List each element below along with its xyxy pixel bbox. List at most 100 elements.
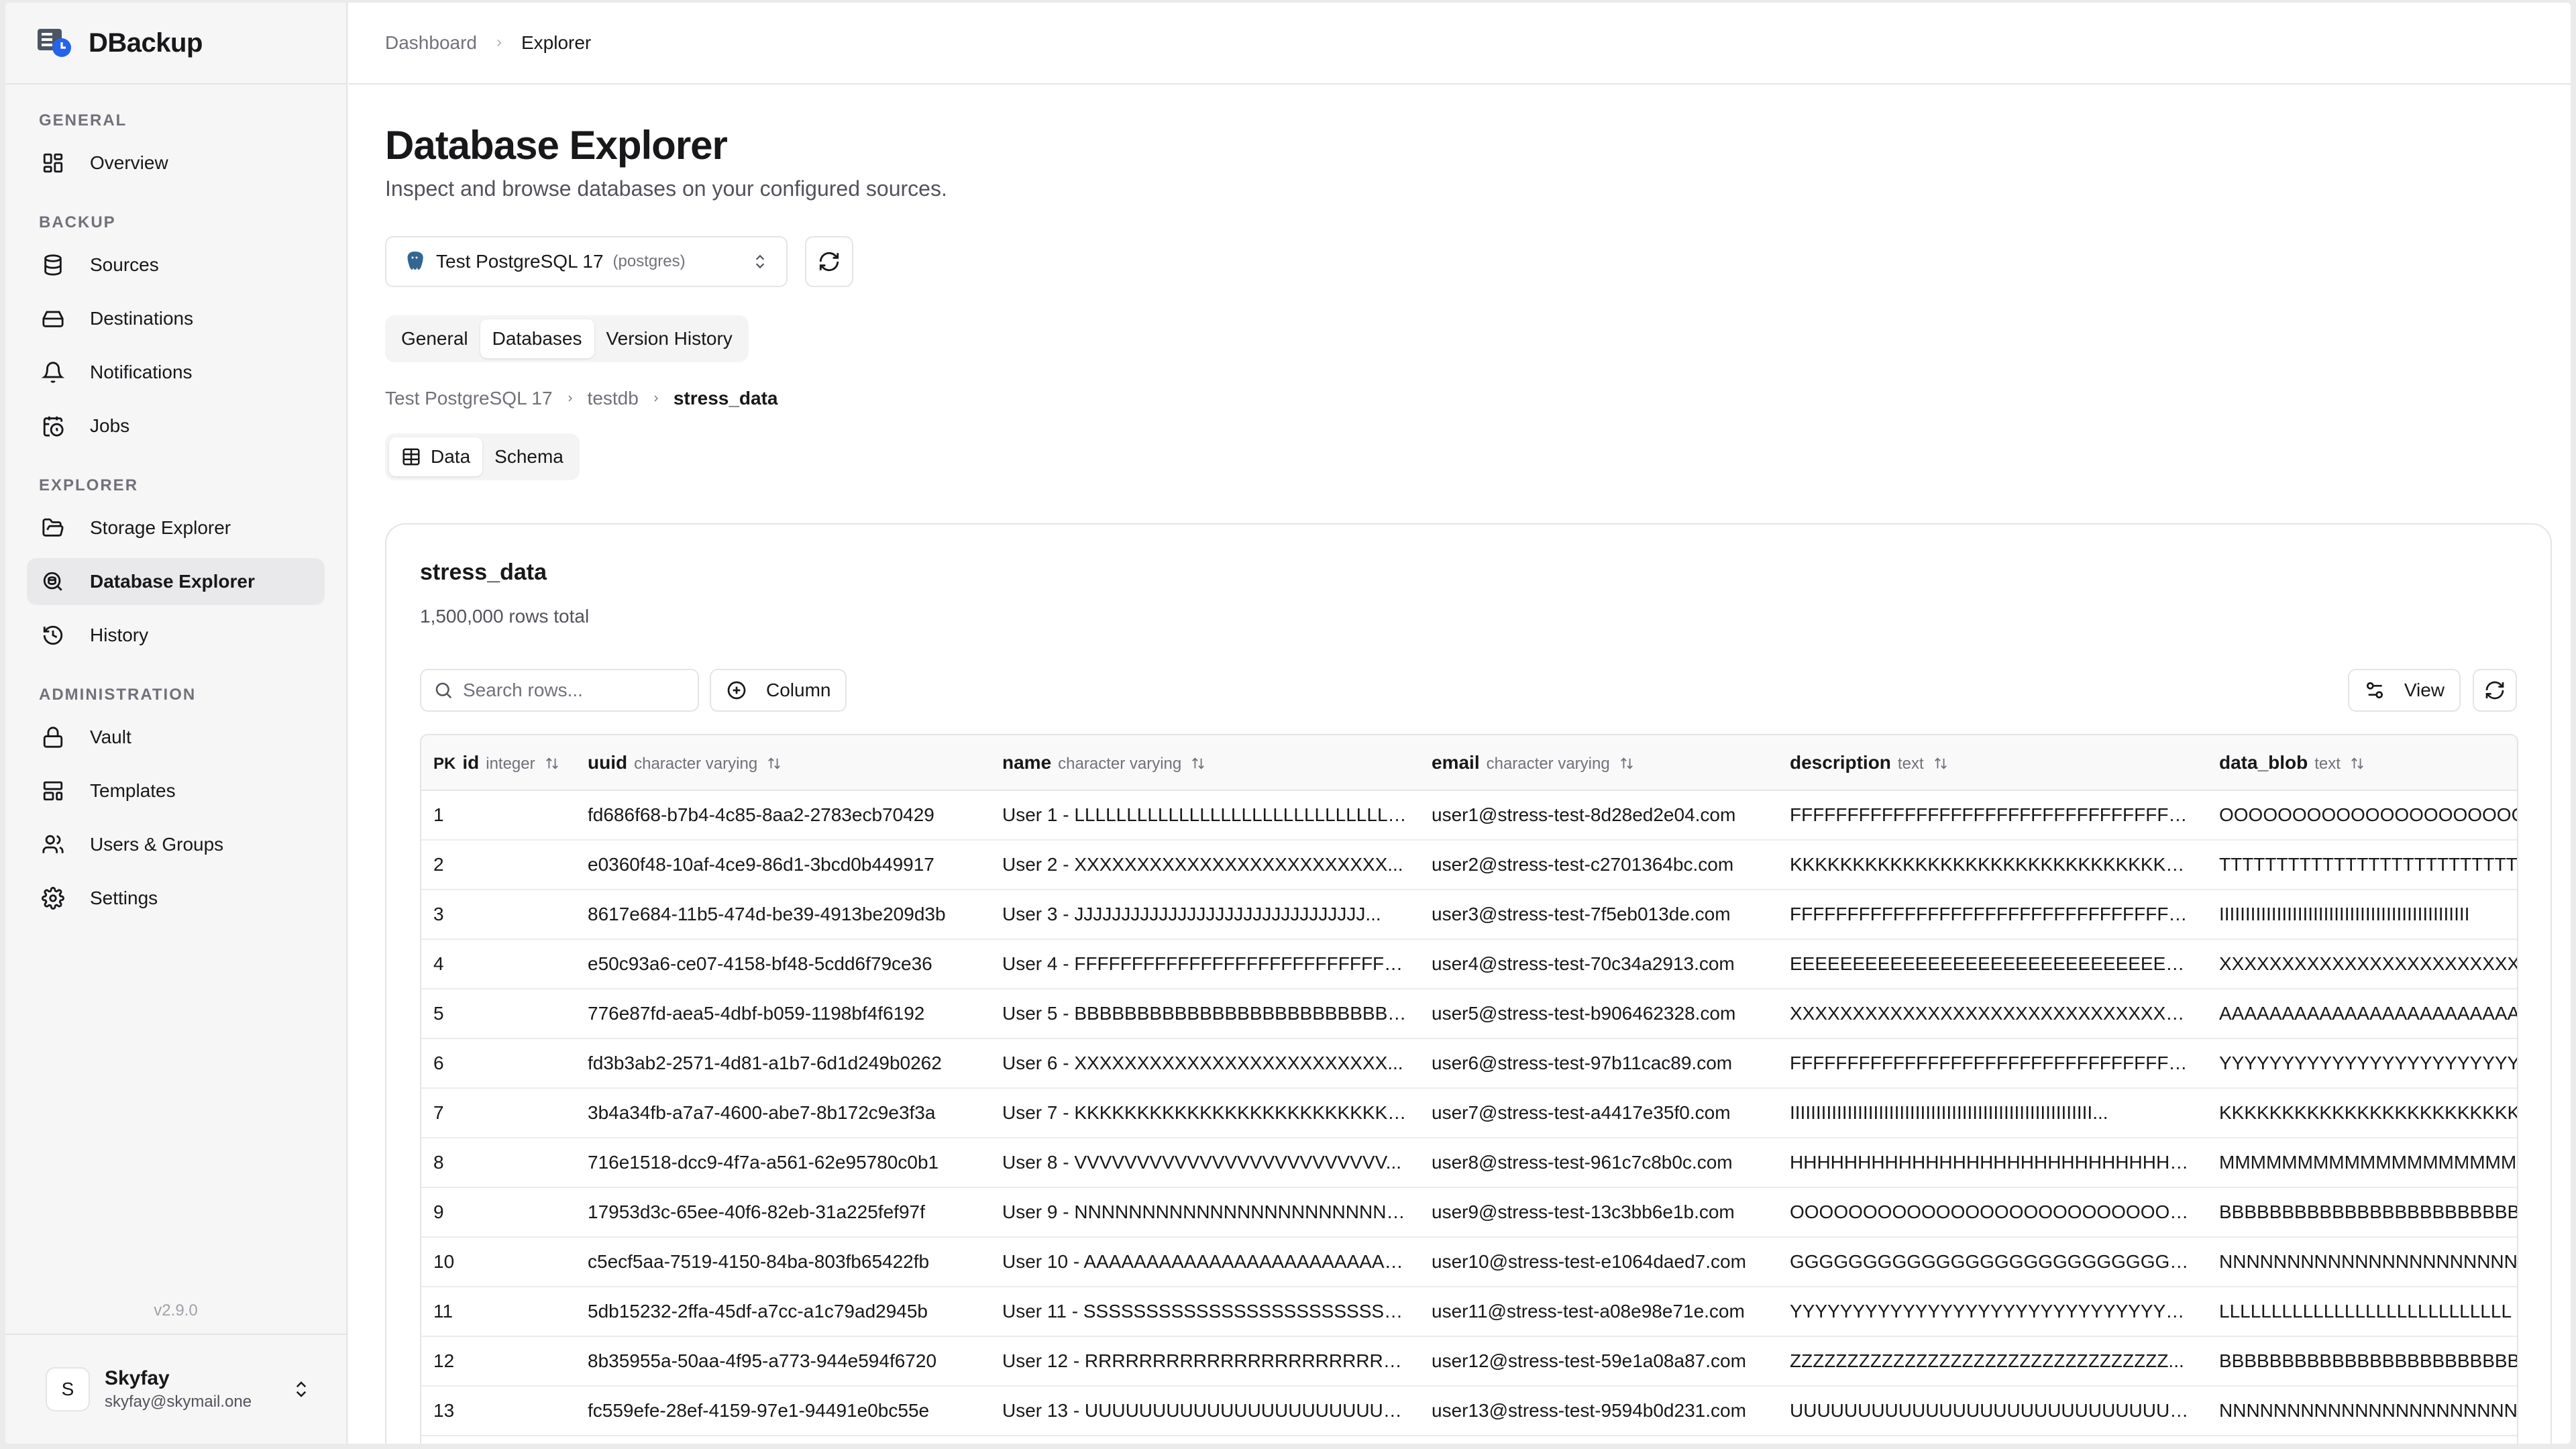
sort-icon[interactable] (767, 756, 782, 771)
sort-icon[interactable] (1619, 756, 1634, 771)
table-cell[interactable]: HHHHHHHHHHHHHHHHHHHHHHHHHHHHHHH... (1778, 1138, 2207, 1188)
table-cell[interactable]: 6 (421, 1038, 576, 1089)
table-cell[interactable]: NNNNNNNNNNNNNNNNNNNNNNNNNNNN (2207, 1237, 2517, 1287)
table-cell[interactable]: FFFFFFFFFFFFFFFFFFFFFFFFFFFFFFFFFFFF... (1778, 890, 2207, 940)
table-row[interactable]: 12 8b35955a-50aa-4f95-a773-944e594f6720 Us… (421, 1336, 2517, 1387)
table-cell[interactable]: 2 (421, 840, 576, 890)
sidebar-item-storage-explorer[interactable]: Storage Explorer (27, 504, 325, 551)
table-cell[interactable]: KKKKKKKKKKKKKKKKKKKKKKKKKKKK (2207, 1088, 2517, 1138)
table-cell[interactable]: user11@stress-test-a08e98e71e.com (1419, 1287, 1778, 1337)
table-cell[interactable]: YYYYYYYYYYYYYYYYYYYYYYYYYYYYYYYYYY... (1778, 1287, 2207, 1337)
table-cell[interactable]: IIIIIIIIIIIIIIIIIIIIIIIIIIIIIIIIIIIIIIII… (1778, 1088, 2207, 1138)
table-cell[interactable]: e50c93a6-ce07-4158-bf48-5cdd6f79ce36 (576, 939, 990, 989)
table-cell[interactable]: 13 (421, 1386, 576, 1436)
sidebar-item-destinations[interactable]: Destinations (27, 295, 325, 342)
view-options-button[interactable]: View (2347, 669, 2461, 712)
sidebar-item-sources[interactable]: Sources (27, 241, 325, 288)
table-cell[interactable]: 8617e684-11b5-474d-be39-4913be209d3b (576, 890, 990, 940)
tab-schema[interactable]: Schema (482, 437, 576, 476)
table-cell[interactable]: user8@stress-test-961c7c8b0c.com (1419, 1138, 1778, 1188)
tab-data[interactable]: Data (389, 437, 483, 476)
table-cell[interactable]: user1@stress-test-8d28ed2e04.com (1419, 790, 1778, 841)
sort-icon[interactable] (1933, 756, 1948, 771)
table-cell[interactable]: user13@stress-test-9594b0d231.com (1419, 1386, 1778, 1436)
column-header-uuid[interactable]: uuid character varying (576, 735, 990, 791)
table-cell[interactable]: ZZZZZZZZZZZZZZZZZZZZZZZZZZZZZZZZZ... (1778, 1336, 2207, 1387)
chevrons-up-down-icon[interactable] (291, 1377, 311, 1401)
table-cell[interactable]: BBBBBBBBBBBBBBBBBBBBBBBBBBBB (2207, 1336, 2517, 1387)
table-cell[interactable]: UUUUUUUUUUUUUUUUUUUUUUUUUUUUUUUU... (1778, 1386, 2207, 1436)
search-box[interactable] (420, 669, 699, 712)
sort-icon[interactable] (1191, 756, 1205, 771)
table-cell[interactable]: 5db15232-2ffa-45df-a7cc-a1c79ad2945b (576, 1287, 990, 1337)
db-crumb-database[interactable]: testdb (588, 388, 639, 409)
table-cell[interactable]: e0360f48-10af-4ce9-86d1-3bcd0b449917 (576, 840, 990, 890)
table-cell[interactable]: TTTTTTTTTTTTTTTTTTTTTTTTTTTT (2207, 840, 2517, 890)
user-menu[interactable]: S Skyfay skyfay@skymail.one (5, 1334, 346, 1444)
table-row[interactable]: 4 e50c93a6-ce07-4158-bf48-5cdd6f79ce36 Use… (421, 939, 2517, 989)
table-cell[interactable]: user6@stress-test-97b11cac89.com (1419, 1038, 1778, 1089)
table-cell[interactable]: user10@stress-test-e1064daed7.com (1419, 1237, 1778, 1287)
table-cell[interactable]: 9 (421, 1187, 576, 1238)
table-cell[interactable]: User 13 - UUUUUUUUUUUUUUUUUUUUUUUU... (990, 1386, 1419, 1436)
table-row[interactable]: 10 c5ecf5aa-7519-4150-84ba-803fb65422fb Us… (421, 1237, 2517, 1287)
table-cell[interactable]: 8 (421, 1138, 576, 1188)
table-row[interactable]: 1 fd686f68-b7b4-4c85-8aa2-2783ecb70429 Use… (421, 790, 2517, 841)
table-cell[interactable]: fd3b3ab2-2571-4d81-a1b7-6d1d249b0262 (576, 1038, 990, 1089)
table-cell[interactable]: IIIIIIIIIIIIIIIIIIIIIIIIIIIIIIIIIIIIIIII… (2207, 890, 2517, 940)
table-cell[interactable]: 12 (421, 1336, 576, 1387)
table-cell[interactable]: User 10 - AAAAAAAAAAAAAAAAAAAAAAAAA... (990, 1237, 1419, 1287)
table-cell[interactable]: FFFFFFFFFFFFFFFFFFFFFFFFFFFFFFFFFFFF... (1778, 1038, 2207, 1089)
table-row[interactable]: 8 716e1518-dcc9-4f7a-a561-62e95780c0b1 Use… (421, 1138, 2517, 1188)
add-column-button[interactable]: Column (710, 669, 847, 712)
sidebar-item-users-groups[interactable]: Users & Groups (27, 821, 325, 868)
table-cell[interactable]: 8b35955a-50aa-4f95-a773-944e594f6720 (576, 1336, 990, 1387)
table-cell[interactable]: User 8 - VVVVVVVVVVVVVVVVVVVVVVVVV... (990, 1138, 1419, 1188)
table-row[interactable]: 13 fc559efe-28ef-4159-97e1-94491e0bc55e Us… (421, 1386, 2517, 1436)
column-header-description[interactable]: description text (1778, 735, 2207, 791)
table-cell[interactable]: 716e1518-dcc9-4f7a-a561-62e95780c0b1 (576, 1138, 990, 1188)
db-crumb-source[interactable]: Test PostgreSQL 17 (385, 388, 553, 409)
column-header-name[interactable]: name character varying (990, 735, 1419, 791)
table-cell[interactable]: OOOOOOOOOOOOOOOOOOOOOOOOOOOO (2207, 790, 2517, 841)
table-cell[interactable]: fd686f68-b7b4-4c85-8aa2-2783ecb70429 (576, 790, 990, 841)
table-cell[interactable]: User 4 - FFFFFFFFFFFFFFFFFFFFFFFFFFFF... (990, 939, 1419, 989)
table-cell[interactable]: 10 (421, 1237, 576, 1287)
table-cell[interactable]: 776e87fd-aea5-4dbf-b059-1198bf4f6192 (576, 989, 990, 1039)
table-cell[interactable]: NNNNNNNNNNNNNNNNNNNNNNNNNNNN (2207, 1386, 2517, 1436)
tab-general[interactable]: General (389, 319, 480, 358)
table-cell[interactable]: user4@stress-test-70c34a2913.com (1419, 939, 1778, 989)
table-cell[interactable]: 7 (421, 1088, 576, 1138)
tab-version-history[interactable]: Version History (594, 319, 745, 358)
table-cell[interactable]: BBBBBBBBBBBBBBBBBBBBBBBBBBBB (2207, 1187, 2517, 1238)
sort-icon[interactable] (545, 756, 559, 771)
table-row[interactable]: 5 776e87fd-aea5-4dbf-b059-1198bf4f6192 Use… (421, 989, 2517, 1039)
table-cell[interactable]: YYYYYYYYYYYYYYYYYYYYYYYYYYYY (2207, 1038, 2517, 1089)
sidebar-item-templates[interactable]: Templates (27, 767, 325, 814)
table-cell[interactable]: 11 (421, 1287, 576, 1337)
table-cell[interactable]: 5 (421, 989, 576, 1039)
table-cell[interactable]: EEEEEEEEEEEEEEEEEEEEEEEEEEEEEEEEEE... (1778, 939, 2207, 989)
table-cell[interactable]: user3@stress-test-7f5eb013de.com (1419, 890, 1778, 940)
table-row[interactable]: 2 e0360f48-10af-4ce9-86d1-3bcd0b449917 Use… (421, 840, 2517, 890)
data-table-container[interactable]: PK id integer uuid character varying name ch… (420, 734, 2518, 1444)
table-row[interactable]: 11 5db15232-2ffa-45df-a7cc-a1c79ad2945b Us… (421, 1287, 2517, 1337)
brand[interactable]: DBackup (5, 3, 346, 85)
table-cell[interactable]: LLLLLLLLLLLLLLLLLLLLLLLLLLLL (2207, 1287, 2517, 1337)
table-cell[interactable]: c5ecf5aa-7519-4150-84ba-803fb65422fb (576, 1237, 990, 1287)
sidebar-item-vault[interactable]: Vault (27, 714, 325, 761)
table-cell[interactable]: AAAAAAAAAAAAAAAAAAAAAAAAAAAA (2207, 989, 2517, 1039)
table-row[interactable]: 9 17953d3c-65ee-40f6-82eb-31a225fef97f Use… (421, 1187, 2517, 1238)
tab-databases[interactable]: Databases (480, 319, 594, 358)
table-cell[interactable]: GGGGGGGGGGGGGGGGGGGGGGGGGGGGG... (1778, 1237, 2207, 1287)
column-header-email[interactable]: email character varying (1419, 735, 1778, 791)
sidebar-item-jobs[interactable]: Jobs (27, 402, 325, 449)
table-cell[interactable]: KKKKKKKKKKKKKKKKKKKKKKKKKKKKKKKKK... (1778, 840, 2207, 890)
table-cell[interactable]: user9@stress-test-13c3bb6e1b.com (1419, 1187, 1778, 1238)
table-cell[interactable]: User 7 - KKKKKKKKKKKKKKKKKKKKKKKKKK... (990, 1088, 1419, 1138)
table-cell[interactable]: user7@stress-test-a4417e35f0.com (1419, 1088, 1778, 1138)
table-cell[interactable]: User 3 - JJJJJJJJJJJJJJJJJJJJJJJJJJJJJJJ… (990, 890, 1419, 940)
sidebar-item-notifications[interactable]: Notifications (27, 349, 325, 396)
table-cell[interactable]: 3 (421, 890, 576, 940)
table-cell[interactable]: OOOOOOOOOOOOOOOOOOOOOOOOOOOO... (1778, 1187, 2207, 1238)
